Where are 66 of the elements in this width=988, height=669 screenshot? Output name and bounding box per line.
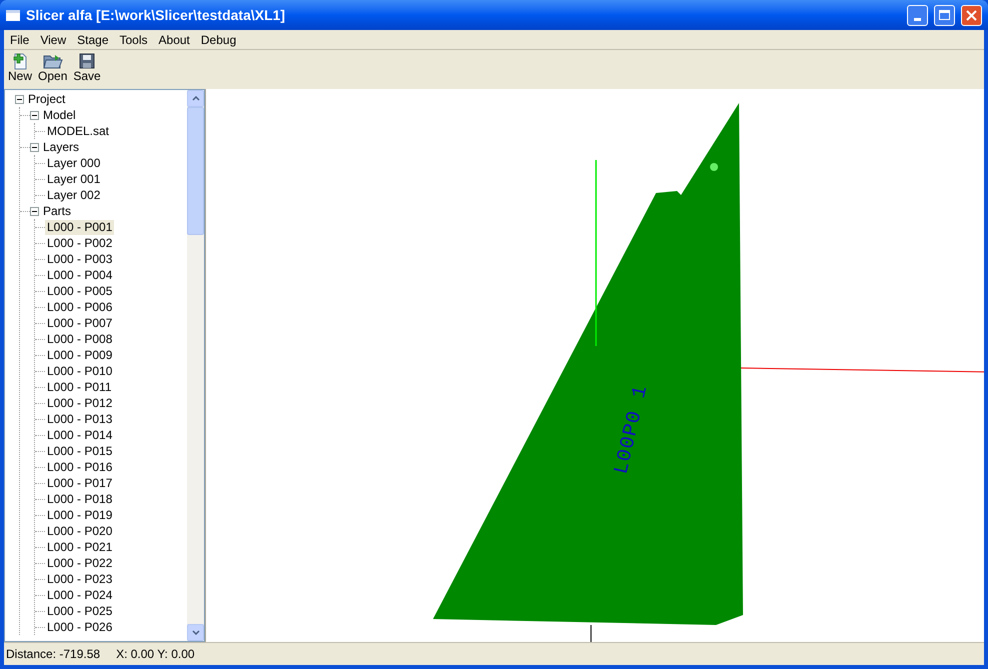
tree-item[interactable]: MODEL.sat <box>45 124 112 138</box>
collapse-toggle[interactable] <box>30 110 39 120</box>
close-icon <box>966 10 977 20</box>
window-icon <box>6 10 20 20</box>
menu-item[interactable]: File <box>5 30 34 48</box>
chevron-down-icon <box>192 630 200 635</box>
tree-item[interactable]: Layer 000 <box>45 156 102 170</box>
tree-item[interactable]: L000 - P016 <box>45 460 114 474</box>
part-label: L00P0 1 <box>610 384 654 477</box>
tree-item[interactable]: L000 - P010 <box>45 364 114 378</box>
tree-item[interactable]: L000 - P007 <box>45 316 114 330</box>
tree-item[interactable]: L000 - P012 <box>45 396 114 410</box>
tree-item[interactable]: L000 - P020 <box>45 524 114 538</box>
tree-item[interactable]: L000 - P025 <box>45 604 114 618</box>
tree-item[interactable]: L000 - P003 <box>45 252 114 266</box>
z-axis-line <box>590 624 592 642</box>
tree-item[interactable]: L000 - P011 <box>45 380 114 394</box>
status-text: Distance: -719.58 <box>6 646 100 663</box>
toolbar-button[interactable]: New <box>6 52 34 83</box>
tree-item[interactable]: L000 - P013 <box>45 412 114 426</box>
tree-item[interactable]: Layers <box>41 140 82 154</box>
scroll-up-button[interactable] <box>187 90 204 107</box>
scroll-down-button[interactable] <box>187 624 204 641</box>
tree-item[interactable]: Layer 001 <box>45 172 102 186</box>
menu-item[interactable]: View <box>35 30 72 48</box>
tree-item[interactable]: L000 - P009 <box>45 348 114 362</box>
tree-item[interactable]: L000 - P024 <box>45 588 114 602</box>
tree-item[interactable]: Model <box>41 108 78 122</box>
tree-item[interactable]: L000 - P005 <box>45 284 114 298</box>
new-document-icon <box>11 52 29 70</box>
window-title: Slicer alfa [E:\work\Slicer\testdata\XL1] <box>26 6 286 25</box>
menu-item[interactable]: Tools <box>114 30 153 48</box>
tree-item[interactable]: L000 - P019 <box>45 508 114 522</box>
tree-item[interactable]: L000 - P017 <box>45 476 114 490</box>
tree-item[interactable]: L000 - P021 <box>45 540 114 554</box>
status-text: X: 0.00 Y: 0.00 <box>116 646 195 663</box>
tree-item[interactable]: L000 - P008 <box>45 332 114 346</box>
tree-item[interactable]: L000 - P014 <box>45 428 114 442</box>
marker-dot <box>710 163 718 171</box>
scroll-thumb[interactable] <box>187 107 204 235</box>
close-button[interactable] <box>961 4 982 26</box>
tree-item[interactable]: Project <box>26 92 68 106</box>
tree-item[interactable]: L000 - P015 <box>45 444 114 458</box>
collapse-toggle[interactable] <box>30 142 39 152</box>
toolbar-button[interactable]: Save <box>71 52 103 83</box>
tree-item[interactable]: L000 - P026 <box>45 620 114 634</box>
collapse-toggle[interactable] <box>15 94 24 104</box>
toolbar-button[interactable]: Open <box>36 52 70 83</box>
menu-item[interactable]: Stage <box>72 30 114 48</box>
chevron-up-icon <box>192 96 200 101</box>
tree-item[interactable]: L000 - P006 <box>45 300 114 314</box>
menu-item[interactable]: Debug <box>196 30 242 48</box>
tree-item[interactable]: Parts <box>41 204 74 218</box>
collapse-toggle[interactable] <box>30 206 39 216</box>
tree-item[interactable]: L000 - P002 <box>45 236 114 250</box>
tree-item[interactable]: L000 - P022 <box>45 556 114 570</box>
tree-item[interactable]: Layer 002 <box>45 188 102 202</box>
menu-item[interactable]: About <box>154 30 195 48</box>
tree-item[interactable]: L000 - P023 <box>45 572 114 586</box>
tree-item[interactable]: L000 - P001 <box>45 220 114 234</box>
tree-item[interactable]: L000 - P018 <box>45 492 114 506</box>
folder-icon <box>42 52 63 70</box>
scrollbar[interactable] <box>187 90 204 641</box>
maximize-button[interactable] <box>934 4 955 26</box>
minimize-button[interactable] <box>907 4 928 26</box>
tree-item[interactable]: L000 - P004 <box>45 268 114 282</box>
